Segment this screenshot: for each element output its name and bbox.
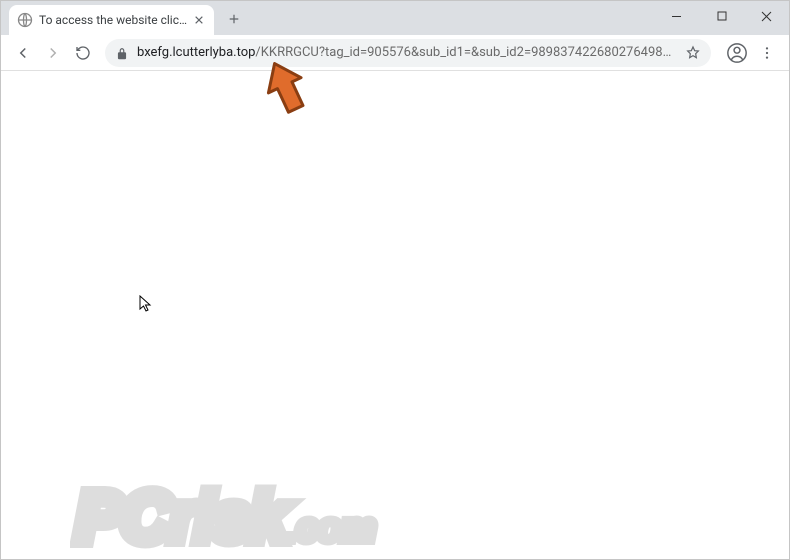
url-domain: bxefg.lcutterlyba.top xyxy=(137,45,255,60)
watermark-com: .com xyxy=(286,506,375,550)
back-button[interactable] xyxy=(9,39,37,67)
lock-icon xyxy=(115,46,129,60)
minimize-button[interactable] xyxy=(654,1,699,31)
tab-title: To access the website click the "A xyxy=(39,13,188,27)
maximize-button[interactable] xyxy=(699,1,744,31)
profile-button[interactable] xyxy=(723,39,751,67)
url-path: /KKRRGCU?tag_id=905576&sub_id1=&sub_id2=… xyxy=(255,45,679,60)
bookmark-icon[interactable] xyxy=(685,45,701,61)
close-icon[interactable] xyxy=(192,13,206,27)
browser-window: To access the website click the "A xyxy=(0,0,790,560)
active-tab[interactable]: To access the website click the "A xyxy=(9,5,214,35)
forward-button[interactable] xyxy=(39,39,67,67)
url-text: bxefg.lcutterlyba.top/KKRRGCU?tag_id=905… xyxy=(137,45,679,60)
close-window-button[interactable] xyxy=(744,1,789,31)
toolbar: bxefg.lcutterlyba.top/KKRRGCU?tag_id=905… xyxy=(1,35,789,71)
watermark-pc: PC xyxy=(76,478,169,556)
new-tab-button[interactable] xyxy=(220,5,248,33)
reload-button[interactable] xyxy=(69,39,97,67)
watermark-risk: risk xyxy=(169,478,286,556)
title-bar: To access the website click the "A xyxy=(1,1,789,35)
globe-icon xyxy=(17,12,33,28)
window-controls xyxy=(654,1,789,31)
menu-button[interactable] xyxy=(753,39,781,67)
watermark: PCrisk.com xyxy=(76,477,375,557)
address-bar[interactable]: bxefg.lcutterlyba.top/KKRRGCU?tag_id=905… xyxy=(105,39,711,67)
